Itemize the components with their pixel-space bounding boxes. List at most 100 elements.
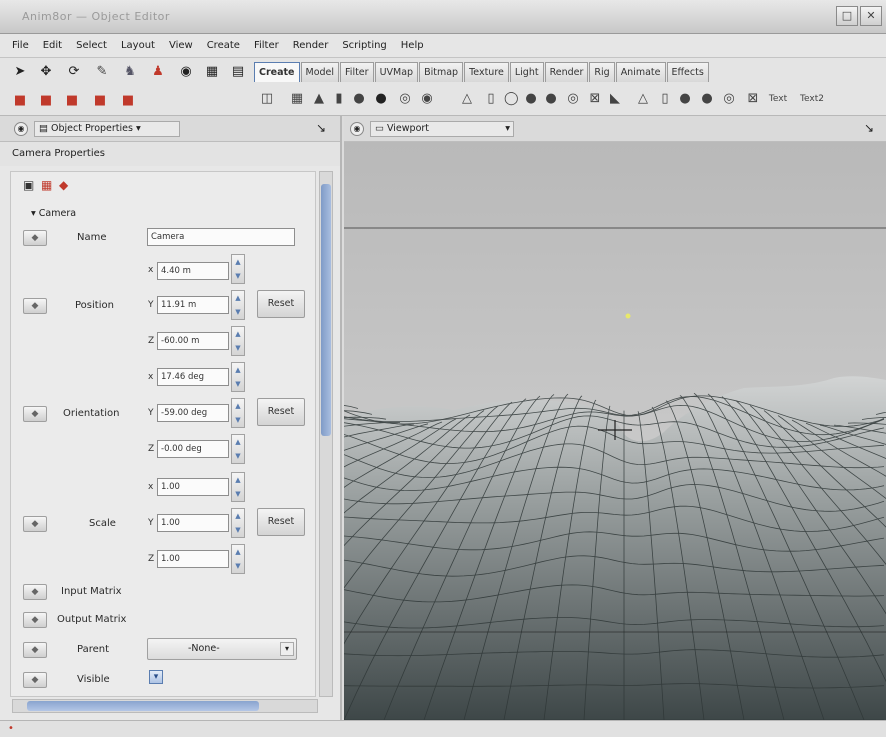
red-cube-icon[interactable]: ■ (38, 93, 54, 109)
orientation-z-spinner[interactable]: ▲ ▼ (231, 434, 245, 464)
arrow-icon[interactable]: ◣ (608, 92, 622, 106)
orientation-y-field[interactable]: -59.00 deg (157, 404, 229, 422)
cone-icon[interactable]: △ (636, 92, 650, 106)
sphere-icon[interactable]: ● (678, 92, 692, 106)
torus-icon[interactable]: ◎ (566, 92, 580, 106)
grid-icon[interactable]: ▦ (204, 64, 220, 80)
mesh-icon[interactable]: ⊠ (746, 92, 760, 106)
sphere-icon[interactable]: ● (374, 92, 388, 106)
scale-y-spinner[interactable]: ▲ ▼ (231, 508, 245, 538)
panel-menu-icon[interactable]: ◉ (350, 122, 364, 136)
select-arrow-icon[interactable]: ➤ (12, 64, 28, 80)
menu-file[interactable]: File (12, 40, 29, 51)
menu-create[interactable]: Create (207, 40, 240, 51)
menu-help[interactable]: Help (401, 40, 424, 51)
orientation-reset-button[interactable]: Reset (257, 398, 305, 426)
panel-type-dropdown[interactable]: ▤ Object Properties ▾ (34, 121, 180, 137)
cylinder-icon[interactable]: ▯ (484, 92, 498, 106)
sphere-icon[interactable]: ● (700, 92, 714, 106)
move-icon[interactable]: ✥ (38, 64, 54, 80)
cylinder-icon[interactable]: ▮ (332, 92, 346, 106)
visible-checkbox[interactable]: ▾ (149, 670, 163, 684)
red-cube-icon[interactable]: ■ (12, 93, 28, 109)
tab-bitmap[interactable]: Bitmap (419, 62, 464, 82)
tab-texture[interactable]: Texture (464, 62, 509, 82)
torus-icon[interactable]: ◎ (722, 92, 736, 106)
scroll-thumb[interactable] (321, 184, 331, 436)
menu-scripting[interactable]: Scripting (342, 40, 386, 51)
position-y-field[interactable]: 11.91 m (157, 296, 229, 314)
light-icon[interactable]: ◆ (59, 178, 68, 192)
text2-tool-button[interactable]: Text2 (796, 92, 828, 106)
red-cube-icon[interactable]: ■ (120, 93, 136, 109)
tab-rig[interactable]: Rig (589, 62, 615, 82)
camera-icon[interactable]: ▣ (23, 178, 34, 192)
vertical-scrollbar[interactable] (319, 171, 333, 697)
close-button[interactable]: ✕ (860, 6, 882, 26)
sphere-icon[interactable]: ● (524, 92, 538, 106)
object-icon[interactable]: ▦ (41, 178, 52, 192)
position-z-field[interactable]: -60.00 m (157, 332, 229, 350)
menu-select[interactable]: Select (76, 40, 107, 51)
menu-filter[interactable]: Filter (254, 40, 279, 51)
tab-light[interactable]: Light (509, 62, 544, 82)
maximize-button[interactable]: □ (836, 6, 858, 26)
panel-menu-icon[interactable]: ◉ (14, 122, 28, 136)
tab-effects[interactable]: Effects (666, 62, 709, 82)
orientation-x-spinner[interactable]: ▲ ▼ (231, 362, 245, 392)
scale-x-spinner[interactable]: ▲ ▼ (231, 472, 245, 502)
figure-icon[interactable]: ♞ (122, 64, 138, 80)
menu-view[interactable]: View (169, 40, 193, 51)
sphere-icon[interactable]: ◯ (504, 92, 519, 106)
sphere-icon[interactable]: ● (544, 92, 558, 106)
visibility-toggle[interactable]: ◆ (23, 584, 47, 600)
visibility-toggle[interactable]: ◆ (23, 406, 47, 422)
position-x-field[interactable]: 4.40 m (157, 262, 229, 280)
cone-icon[interactable]: △ (460, 92, 474, 106)
name-field[interactable]: Camera (147, 228, 295, 246)
red-cube-icon[interactable]: ■ (92, 93, 108, 109)
parent-dropdown[interactable]: -None- ▾ (147, 638, 297, 660)
visibility-toggle[interactable]: ◆ (23, 612, 47, 628)
tool-wand-icon[interactable]: ↘ (864, 121, 874, 135)
red-cube-icon[interactable]: ■ (64, 93, 80, 109)
scale-x-field[interactable]: 1.00 (157, 478, 229, 496)
tab-filter[interactable]: Filter (340, 62, 374, 82)
torus-icon[interactable]: ◎ (398, 92, 412, 106)
3d-viewport[interactable] (344, 142, 886, 720)
visibility-toggle[interactable]: ◆ (23, 298, 47, 314)
menu-render[interactable]: Render (293, 40, 329, 51)
visibility-toggle[interactable]: ◆ (23, 516, 47, 532)
tab-create[interactable]: Create (254, 62, 300, 82)
orientation-x-field[interactable]: 17.46 deg (157, 368, 229, 386)
ring-icon[interactable]: ◉ (420, 92, 434, 106)
grid-plane-icon[interactable]: ▦ (290, 92, 304, 106)
horizontal-scrollbar[interactable] (12, 699, 318, 713)
brush-icon[interactable]: ✎ (94, 64, 110, 80)
text-tool-button[interactable]: Text (766, 92, 790, 106)
position-y-spinner[interactable]: ▲ ▼ (231, 290, 245, 320)
tool-wand-icon[interactable]: ↘ (316, 121, 326, 135)
menu-edit[interactable]: Edit (43, 40, 62, 51)
orientation-y-spinner[interactable]: ▲ ▼ (231, 398, 245, 428)
orientation-z-field[interactable]: -0.00 deg (157, 440, 229, 458)
scale-reset-button[interactable]: Reset (257, 508, 305, 536)
eye-icon[interactable]: ◉ (178, 64, 194, 80)
position-x-spinner[interactable]: ▲ ▼ (231, 254, 245, 284)
rotate-icon[interactable]: ⟳ (66, 64, 82, 80)
collapse-icon[interactable]: ▾ (31, 208, 39, 219)
position-z-spinner[interactable]: ▲ ▼ (231, 326, 245, 356)
scroll-thumb[interactable] (27, 701, 259, 711)
visibility-toggle[interactable]: ◆ (23, 642, 47, 658)
tab-model[interactable]: Model (300, 62, 340, 82)
tab-render[interactable]: Render (544, 62, 589, 82)
scale-z-field[interactable]: 1.00 (157, 550, 229, 568)
sphere-icon[interactable]: ● (352, 92, 366, 106)
tab-animate[interactable]: Animate (615, 62, 666, 82)
cone-icon[interactable]: ▲ (312, 92, 326, 106)
position-reset-button[interactable]: Reset (257, 290, 305, 318)
layers-icon[interactable]: ▤ (230, 64, 246, 80)
rig-icon[interactable]: ♟ (150, 64, 166, 80)
scale-z-spinner[interactable]: ▲ ▼ (231, 544, 245, 574)
box-icon[interactable]: ◫ (260, 92, 274, 106)
